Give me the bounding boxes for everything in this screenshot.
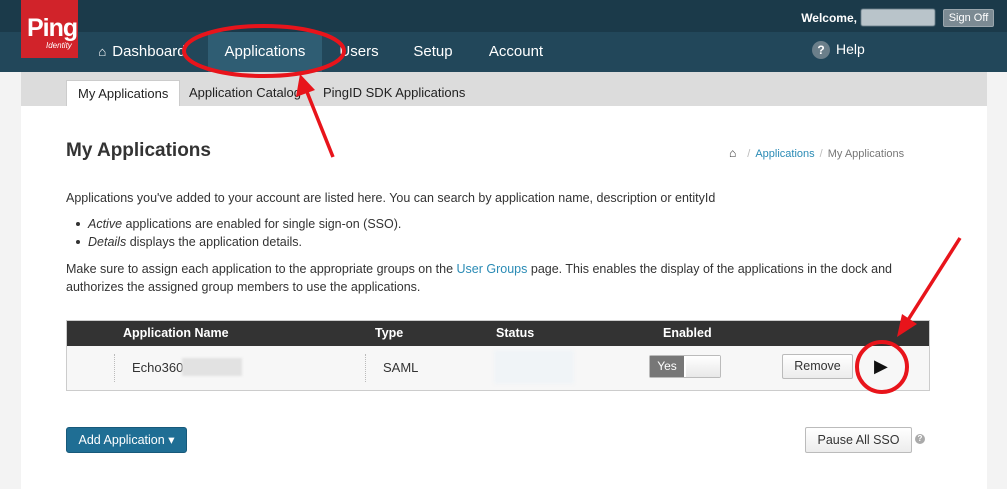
breadcrumb-sep: / (819, 148, 823, 160)
remove-button[interactable]: Remove (782, 354, 853, 379)
column-header-type: Type (375, 326, 404, 340)
help-icon: ? (812, 41, 830, 59)
pause-help-icon[interactable]: ? (915, 434, 925, 444)
nav-account[interactable]: Account (474, 32, 558, 72)
column-header-status: Status (496, 326, 535, 340)
breadcrumb-home-icon[interactable]: ⌂ (729, 146, 736, 160)
bullet-details-text: displays the application details. (126, 235, 303, 249)
tab-pingid-sdk-applications[interactable]: PingID SDK Applications (312, 80, 476, 106)
breadcrumb: ⌂ / Applications / My Applications (729, 146, 904, 160)
breadcrumb-applications-link[interactable]: Applications (755, 148, 814, 160)
column-header-name: Application Name (123, 326, 229, 340)
bullet-active: Active applications are enabled for sing… (66, 215, 401, 233)
page-title: My Applications (66, 140, 211, 161)
table-header: Application Name Type Status Enabled (67, 321, 929, 346)
app-type: SAML (383, 360, 419, 375)
welcome-label: Welcome, (801, 11, 857, 25)
groups-text-pre: Make sure to assign each application to … (66, 262, 457, 276)
nav-setup[interactable]: Setup (398, 32, 468, 72)
redacted-app-status (494, 350, 574, 384)
redacted-app-name (182, 358, 242, 376)
groups-text: Make sure to assign each application to … (66, 260, 892, 296)
app-name: Echo360 (132, 360, 184, 375)
cell-divider (114, 354, 115, 382)
nav-dashboard-label: Dashboard (112, 43, 186, 60)
nav-dashboard[interactable]: ⌂ Dashboard (86, 32, 198, 72)
groups-text-line2: authorizes the assigned group members to… (66, 280, 421, 294)
bullet-details-em: Details (88, 235, 127, 249)
help-label: Help (836, 41, 865, 57)
groups-text-post: page. This enables the display of the ap… (527, 262, 892, 276)
table-row[interactable]: Echo360 SAML Yes Remove ▶ (67, 346, 929, 390)
bullet-dot (76, 239, 80, 244)
column-header-enabled: Enabled (663, 326, 712, 340)
home-icon: ⌂ (98, 44, 107, 59)
bullet-active-em: Active (88, 217, 123, 231)
add-application-label: Add Application (78, 433, 165, 447)
help-link[interactable]: ? Help (812, 41, 865, 59)
enabled-toggle-label: Yes (650, 356, 684, 377)
nav-account-label: Account (488, 43, 544, 60)
applications-table: Application Name Type Status Enabled Ech… (66, 320, 930, 391)
enabled-toggle[interactable]: Yes (649, 355, 721, 378)
nav-users[interactable]: Users (326, 32, 392, 72)
logo-sub: Identity (46, 41, 72, 50)
bullet-details: Details displays the application details… (66, 233, 302, 251)
enabled-toggle-knob (686, 356, 720, 377)
nav-applications-label: Applications (224, 43, 306, 60)
cell-divider (365, 354, 366, 382)
pause-all-sso-button[interactable]: Pause All SSO (805, 427, 912, 453)
expand-details-icon[interactable]: ▶ (874, 356, 888, 377)
add-application-button[interactable]: Add Application ▾ (66, 427, 187, 453)
bullet-active-text: applications are enabled for single sign… (122, 217, 402, 231)
breadcrumb-current: My Applications (827, 148, 905, 160)
ping-identity-logo[interactable]: Ping Identity (21, 0, 78, 58)
nav-setup-label: Setup (413, 43, 453, 60)
user-groups-link[interactable]: User Groups (457, 262, 528, 276)
redacted-username (861, 9, 935, 26)
tab-application-catalog[interactable]: Application Catalog (178, 80, 312, 106)
bullet-dot (76, 221, 80, 226)
intro-text: Applications you've added to your accoun… (66, 191, 716, 205)
logo-text: Ping (27, 14, 78, 42)
tab-my-applications[interactable]: My Applications (66, 80, 181, 106)
nav-users-label: Users (339, 43, 379, 60)
caret-down-icon: ▾ (168, 433, 175, 447)
sign-off-button[interactable]: Sign Off (943, 9, 994, 27)
nav-applications[interactable]: Applications (208, 32, 322, 72)
breadcrumb-sep: / (747, 148, 751, 160)
